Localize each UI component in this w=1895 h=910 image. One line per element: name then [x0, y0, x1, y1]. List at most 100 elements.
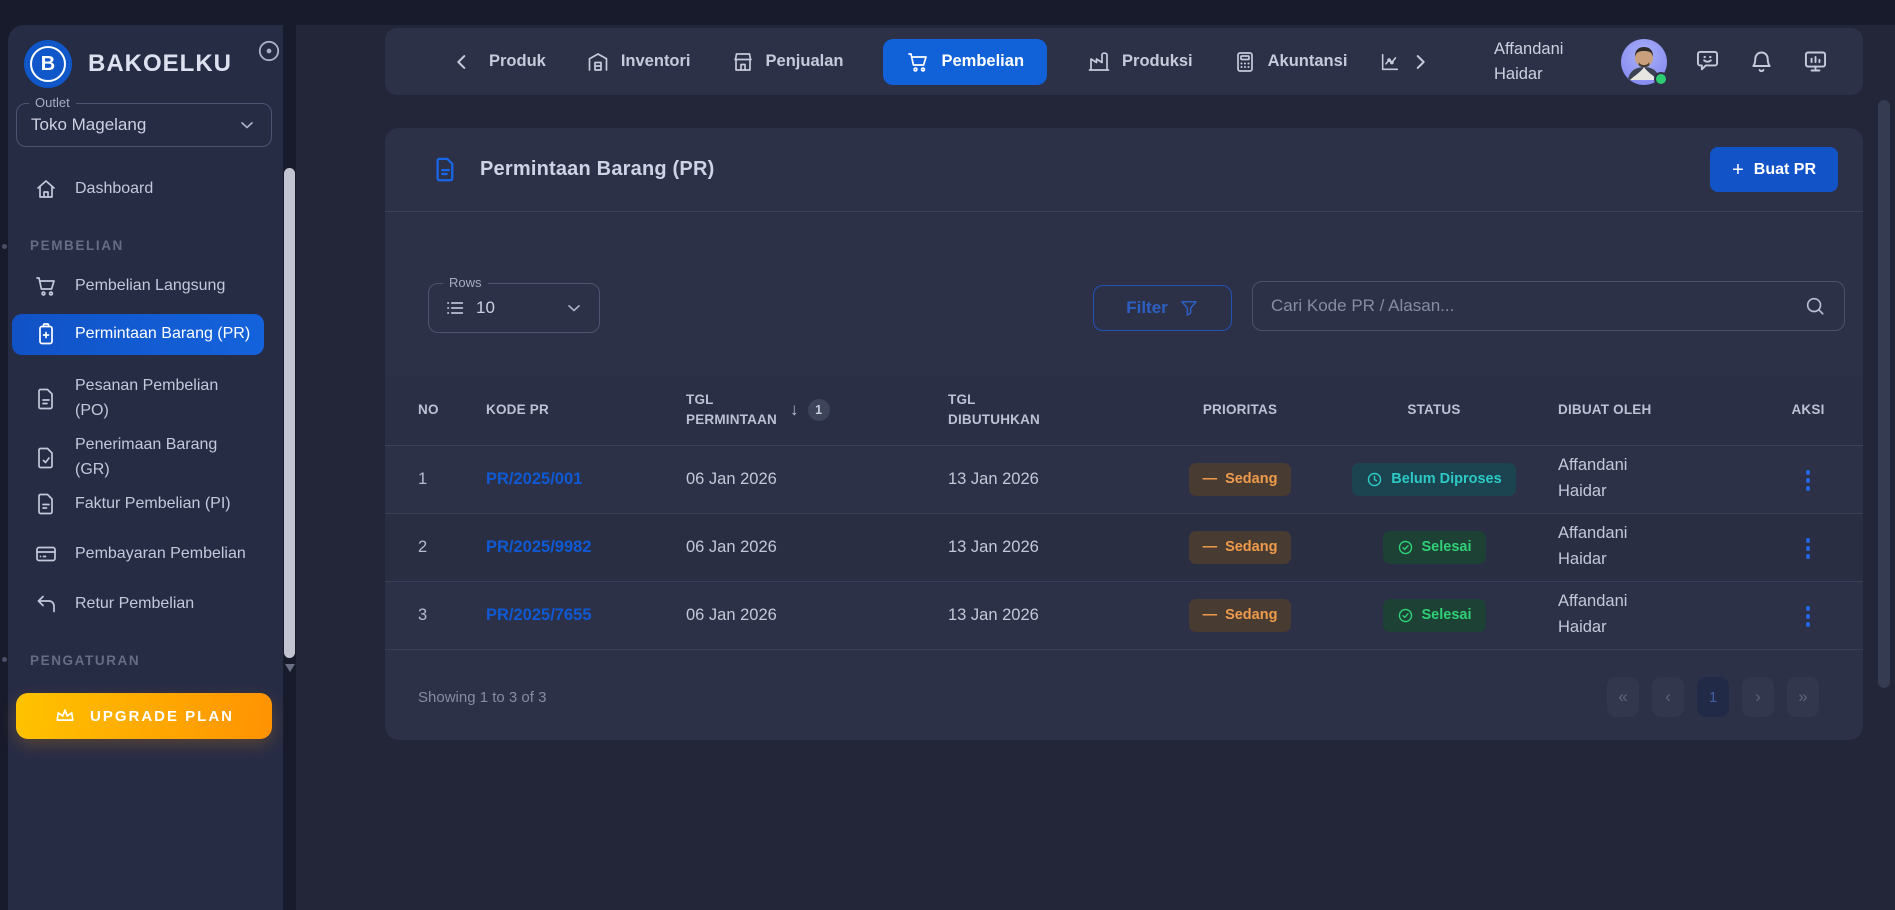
- nav-right: Affandani Haidar: [1494, 37, 1829, 87]
- upgrade-plan-label: UPGRADE PLAN: [90, 708, 234, 725]
- table-footer: Showing 1 to 3 of 3 « ‹ 1 › »: [385, 677, 1863, 717]
- header-dibuat-oleh[interactable]: DIBUAT OLEH: [1558, 375, 1753, 445]
- filter-label: Filter: [1126, 298, 1168, 318]
- cell-status: Belum Diproses: [1310, 445, 1558, 513]
- user-name: Affandani Haidar: [1494, 37, 1594, 87]
- cell-tgl-permintaan: 06 Jan 2026: [686, 445, 948, 513]
- row-actions-button[interactable]: [1797, 531, 1820, 566]
- cell-prioritas: — Sedang: [1170, 513, 1310, 581]
- status-badge: Selesai: [1383, 599, 1486, 632]
- user-avatar[interactable]: [1621, 39, 1667, 85]
- sidebar: B BAKOELKU Outlet Toko Magelang Dashboar…: [8, 25, 283, 910]
- filter-button[interactable]: Filter: [1093, 285, 1232, 331]
- sidebar-item-permintaan-barang[interactable]: Permintaan Barang (PR): [12, 314, 264, 355]
- nav-item-pembelian[interactable]: Pembelian: [883, 39, 1047, 85]
- list-icon: [444, 297, 466, 319]
- chevron-right-icon[interactable]: [1409, 51, 1431, 73]
- header-tgl-dibutuhkan[interactable]: TGL DIBUTUHKAN: [948, 375, 1170, 445]
- pagination-prev-button[interactable]: ‹: [1652, 677, 1684, 717]
- row-actions-button[interactable]: [1797, 463, 1820, 498]
- create-pr-label: Buat PR: [1754, 161, 1816, 179]
- search-icon[interactable]: [1804, 295, 1826, 317]
- display-button[interactable]: [1802, 48, 1829, 75]
- file-lines-icon: [34, 492, 58, 516]
- sort-order-badge: 1: [808, 399, 830, 421]
- cell-tgl-dibutuhkan: 13 Jan 2026: [948, 445, 1170, 513]
- sidebar-scrollbar[interactable]: [284, 168, 295, 658]
- pagination-last-button[interactable]: »: [1787, 677, 1819, 717]
- rows-label: Rows: [443, 275, 488, 290]
- file-text-icon: [34, 387, 58, 411]
- nav-item-akuntansi[interactable]: Akuntansi: [1233, 50, 1348, 74]
- sidebar-item-dashboard[interactable]: Dashboard: [12, 169, 264, 210]
- sidebar-item-pembelian-langsung[interactable]: Pembelian Langsung: [12, 266, 264, 307]
- cart-icon: [34, 274, 58, 298]
- pagination-next-button[interactable]: ›: [1742, 677, 1774, 717]
- cell-no: 3: [385, 581, 486, 649]
- nav-item-penjualan[interactable]: Penjualan: [731, 50, 844, 74]
- clock-icon: [1366, 471, 1383, 488]
- notifications-button[interactable]: [1748, 48, 1775, 75]
- upgrade-plan-button[interactable]: UPGRADE PLAN: [16, 693, 272, 739]
- cart-icon: [906, 50, 930, 74]
- priority-badge: — Sedang: [1189, 531, 1292, 564]
- row-actions-button[interactable]: [1797, 599, 1820, 634]
- sidebar-item-pesanan-pembelian[interactable]: Pesanan Pembelian (PO): [12, 366, 264, 432]
- header-prioritas[interactable]: PRIORITAS: [1170, 375, 1310, 445]
- status-badge: Selesai: [1383, 531, 1486, 564]
- nav-item-produk[interactable]: Produk: [489, 52, 546, 71]
- cell-aksi: [1753, 445, 1863, 513]
- nav-item-produksi[interactable]: Produksi: [1087, 50, 1193, 74]
- cell-status: Selesai: [1310, 581, 1558, 649]
- sidebar-item-retur-pembelian[interactable]: Retur Pembelian: [12, 584, 264, 625]
- pr-code-link[interactable]: PR/2025/9982: [486, 513, 686, 581]
- top-navigation: Produk Inventori Penjualan Pembelian Pro…: [385, 28, 1863, 95]
- sidebar-item-label: Pembelian Langsung: [75, 274, 225, 299]
- nav-scroll-left-button[interactable]: [451, 51, 473, 73]
- header-kode-pr[interactable]: KODE PR: [486, 375, 686, 445]
- chart-icon[interactable]: [1379, 51, 1401, 73]
- create-pr-button[interactable]: + Buat PR: [1710, 147, 1838, 192]
- pagination-first-button[interactable]: «: [1607, 677, 1639, 717]
- sidebar-item-faktur-pembelian[interactable]: Faktur Pembelian (PI): [12, 484, 264, 525]
- section-bullet: [2, 244, 7, 249]
- pagination-page-1-button[interactable]: 1: [1697, 677, 1729, 717]
- cell-dibuat-oleh: Affandani Haidar: [1558, 513, 1753, 581]
- dash-icon: —: [1203, 471, 1218, 487]
- sort-desc-icon[interactable]: ↓: [790, 400, 799, 420]
- nav-item-label: Produk: [489, 52, 546, 71]
- header-status[interactable]: STATUS: [1310, 375, 1558, 445]
- priority-badge: — Sedang: [1189, 463, 1292, 496]
- brand-name: BAKOELKU: [88, 50, 232, 78]
- calculator-icon: [1233, 50, 1257, 74]
- monitor-chart-icon: [1802, 48, 1829, 75]
- rows-per-page-select[interactable]: Rows 10: [428, 283, 600, 333]
- return-arrow-icon: [34, 592, 58, 616]
- priority-badge: — Sedang: [1189, 599, 1292, 632]
- outlet-select[interactable]: Outlet Toko Magelang: [16, 103, 272, 147]
- file-check-icon: [34, 446, 58, 470]
- check-circle-icon: [1397, 539, 1414, 556]
- card-header: Permintaan Barang (PR) + Buat PR: [385, 128, 1863, 212]
- header-label: TGL PERMINTAAN: [686, 390, 781, 431]
- main-scrollbar[interactable]: [1878, 100, 1890, 688]
- pr-table: NO KODE PR TGL PERMINTAAN ↓ 1 TGL DIBUTU…: [385, 375, 1863, 650]
- sidebar-item-label: Faktur Pembelian (PI): [75, 492, 231, 517]
- pr-code-link[interactable]: PR/2025/001: [486, 445, 686, 513]
- search-input[interactable]: [1271, 296, 1804, 316]
- table-row: 1 PR/2025/001 06 Jan 2026 13 Jan 2026 — …: [385, 445, 1863, 513]
- funnel-icon: [1179, 298, 1199, 318]
- cell-tgl-dibutuhkan: 13 Jan 2026: [948, 513, 1170, 581]
- header-tgl-permintaan[interactable]: TGL PERMINTAAN ↓ 1: [686, 375, 948, 445]
- pr-code-link[interactable]: PR/2025/7655: [486, 581, 686, 649]
- sidebar-scroll-down-arrow[interactable]: [285, 664, 295, 672]
- sidebar-item-label: Pembayaran Pembelian: [75, 542, 246, 567]
- outlet-label: Outlet: [29, 95, 76, 110]
- sidebar-item-pembayaran-pembelian[interactable]: Pembayaran Pembelian: [12, 534, 264, 575]
- cell-tgl-permintaan: 06 Jan 2026: [686, 513, 948, 581]
- sidebar-item-penerimaan-barang[interactable]: Penerimaan Barang (GR): [12, 425, 264, 491]
- sidebar-collapse-button[interactable]: [256, 38, 282, 64]
- feedback-button[interactable]: [1694, 48, 1721, 75]
- sidebar-section-pengaturan: PENGATURAN: [30, 653, 140, 668]
- nav-item-inventori[interactable]: Inventori: [586, 50, 691, 74]
